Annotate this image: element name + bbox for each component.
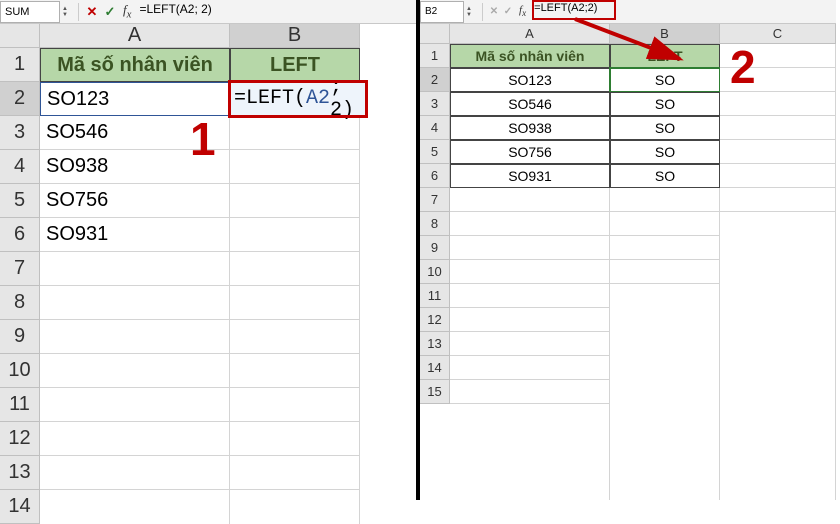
name-box[interactable]: SUM <box>0 1 60 23</box>
row-header[interactable]: 9 <box>0 320 40 354</box>
accept-icon: ✓ <box>501 5 515 19</box>
namebox-dropdown-icon[interactable]: ▲▼ <box>466 6 478 18</box>
col-header-A[interactable]: A <box>450 24 610 44</box>
cell-A4[interactable]: SO938 <box>40 150 230 184</box>
row-header[interactable]: 8 <box>0 286 40 320</box>
name-box[interactable]: B2 <box>420 1 464 23</box>
row-header[interactable]: 6 <box>420 164 450 188</box>
right-spreadsheet: B2 ▲▼ ✕ ✓ fx =LEFT(A2;2) A B C 1 2 3 4 5… <box>420 0 836 500</box>
row-header[interactable]: 8 <box>420 212 450 236</box>
row-header[interactable]: 11 <box>420 284 450 308</box>
col-header-B[interactable]: B <box>610 24 720 44</box>
row-header[interactable]: 4 <box>0 150 40 184</box>
cell-A6[interactable]: SO931 <box>450 164 610 188</box>
row-header[interactable]: 1 <box>0 48 40 82</box>
grid[interactable]: A B C 1 2 3 4 5 6 7 8 9 10 11 12 13 14 1… <box>420 24 836 500</box>
row-header[interactable]: 5 <box>420 140 450 164</box>
row-header[interactable]: 14 <box>420 356 450 380</box>
row-header[interactable]: 12 <box>420 308 450 332</box>
row-header[interactable]: 5 <box>0 184 40 218</box>
cell-B6[interactable]: SO <box>610 164 720 188</box>
formula-input[interactable]: =LEFT(A2; 2) <box>135 2 416 22</box>
row-header[interactable]: 12 <box>0 422 40 456</box>
select-all-corner[interactable] <box>0 24 40 48</box>
select-all-corner[interactable] <box>420 24 450 44</box>
col-header-C[interactable]: C <box>720 24 836 44</box>
col-header-B[interactable]: B <box>230 24 360 48</box>
cell-A5[interactable]: SO756 <box>40 184 230 218</box>
row-header[interactable]: 11 <box>0 388 40 422</box>
row-header[interactable]: 3 <box>420 92 450 116</box>
row-header[interactable]: 2 <box>0 82 40 116</box>
row-header[interactable]: 14 <box>0 490 40 524</box>
cell-B4[interactable]: SO <box>610 116 720 140</box>
grid[interactable]: A B 1 2 3 4 5 6 7 8 9 10 11 12 13 14 Mã … <box>0 24 416 500</box>
cancel-icon[interactable]: ✕ <box>83 3 101 21</box>
row-header[interactable]: 1 <box>420 44 450 68</box>
row-header[interactable]: 4 <box>420 116 450 140</box>
header-cell-a[interactable]: Mã số nhân viên <box>450 44 610 68</box>
row-header[interactable]: 13 <box>0 456 40 490</box>
cell-A5[interactable]: SO756 <box>450 140 610 164</box>
row-header[interactable]: 13 <box>420 332 450 356</box>
row-header[interactable]: 10 <box>0 354 40 388</box>
row-header[interactable]: 6 <box>0 218 40 252</box>
cell-B2[interactable]: SO <box>610 68 720 92</box>
cell-A3[interactable]: SO546 <box>40 116 230 150</box>
fx-icon[interactable]: fx <box>123 2 131 21</box>
accept-icon[interactable]: ✓ <box>101 3 119 21</box>
row-header[interactable]: 7 <box>420 188 450 212</box>
cell-A6[interactable]: SO931 <box>40 218 230 252</box>
col-header-A[interactable]: A <box>40 24 230 48</box>
row-header[interactable]: 10 <box>420 260 450 284</box>
left-spreadsheet: SUM ▲▼ ✕ ✓ fx =LEFT(A2; 2) A B 1 2 3 4 5… <box>0 0 420 500</box>
row-header[interactable]: 15 <box>420 380 450 404</box>
row-header[interactable]: 2 <box>420 68 450 92</box>
cell-B3[interactable]: SO <box>610 92 720 116</box>
cell-A4[interactable]: SO938 <box>450 116 610 140</box>
cell-B2-editing[interactable]: =LEFT(A2; 2) <box>230 82 366 116</box>
cell-B5[interactable]: SO <box>610 140 720 164</box>
cancel-icon: ✕ <box>487 5 501 19</box>
formula-input[interactable]: =LEFT(A2;2) <box>530 2 836 22</box>
row-header[interactable]: 9 <box>420 236 450 260</box>
header-cell-a[interactable]: Mã số nhân viên <box>40 48 230 82</box>
namebox-dropdown-icon[interactable]: ▲▼ <box>62 6 74 18</box>
formula-bar: B2 ▲▼ ✕ ✓ fx =LEFT(A2;2) <box>420 0 836 24</box>
fx-icon[interactable]: fx <box>519 4 526 18</box>
cell-A3[interactable]: SO546 <box>450 92 610 116</box>
row-header[interactable]: 3 <box>0 116 40 150</box>
cell-A2[interactable]: SO123 <box>450 68 610 92</box>
cell-A2[interactable]: SO123 <box>40 82 230 116</box>
header-cell-b[interactable]: LEFT <box>610 44 720 68</box>
row-header[interactable]: 7 <box>0 252 40 286</box>
formula-bar: SUM ▲▼ ✕ ✓ fx =LEFT(A2; 2) <box>0 0 416 24</box>
